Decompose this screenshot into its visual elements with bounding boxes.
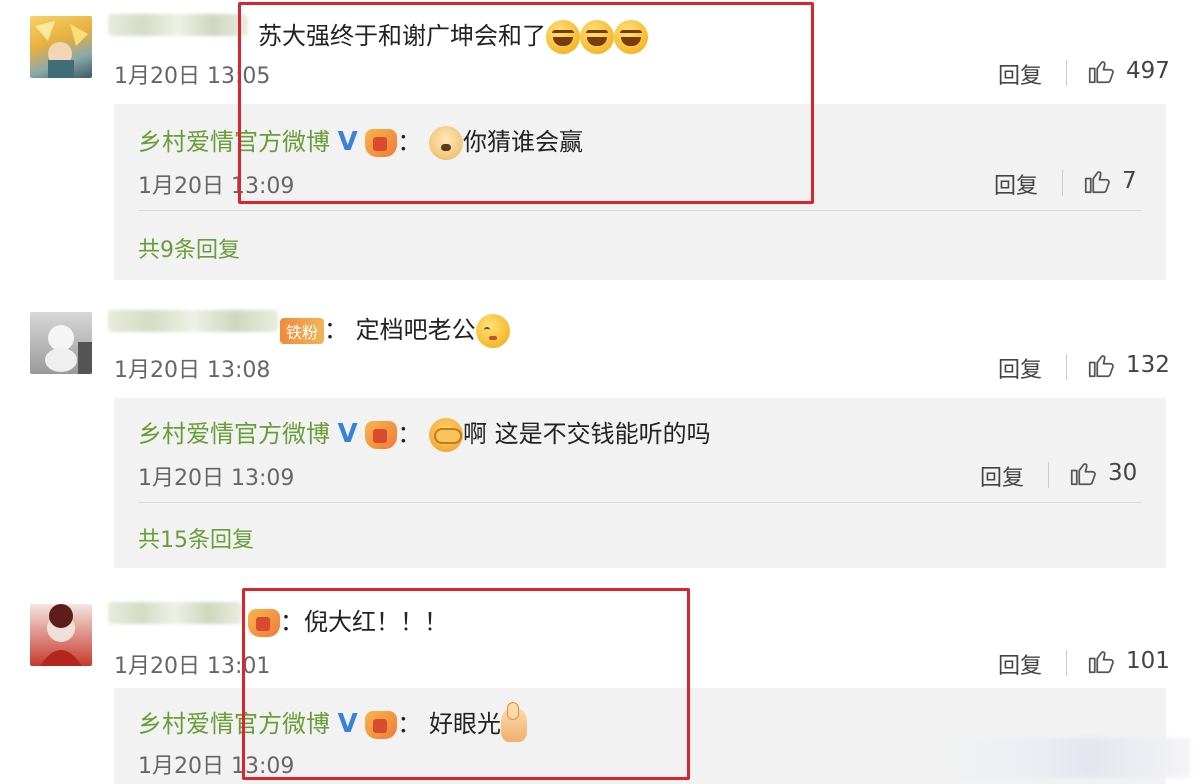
comment-text: 铁粉： 定档吧老公	[280, 310, 510, 348]
divider	[1066, 60, 1067, 86]
verified-v-icon: V	[337, 419, 358, 449]
divider	[138, 502, 1142, 503]
divider	[1048, 462, 1049, 488]
like-count: 132	[1126, 352, 1170, 378]
more-replies-link[interactable]: 共15条回复	[138, 522, 254, 554]
highlight-box	[238, 2, 814, 204]
divider	[1066, 650, 1067, 676]
cover-face-emoji-icon	[429, 418, 464, 452]
like-button[interactable]: 132	[1086, 350, 1170, 380]
like-button[interactable]: 30	[1068, 458, 1137, 488]
reply-button[interactable]: 回复	[998, 58, 1042, 90]
like-button[interactable]: 101	[1086, 646, 1170, 676]
divider	[1062, 170, 1063, 196]
reply-author[interactable]: 乡村爱情官方微博	[138, 420, 330, 448]
thumbs-up-icon	[1082, 166, 1112, 196]
like-count: 101	[1126, 648, 1170, 674]
username-blurred[interactable]	[108, 14, 248, 36]
divider	[138, 210, 1142, 211]
reply-button[interactable]: 回复	[998, 352, 1042, 384]
reply-box: 乡村爱情官方微博 V ： 啊 这是不交钱能听的吗 1月20日 13:09 回复 …	[114, 398, 1166, 568]
like-count: 7	[1122, 168, 1137, 194]
thumbs-up-icon	[1086, 56, 1116, 86]
username-blurred[interactable]	[108, 602, 242, 624]
thumbs-up-icon	[1086, 350, 1116, 380]
avatar[interactable]	[30, 16, 92, 78]
like-count: 497	[1126, 58, 1170, 84]
reply-text: 啊 这是不交钱能听的吗	[463, 420, 711, 448]
avatar-art	[45, 325, 92, 374]
thumbs-up-icon	[1086, 646, 1116, 676]
more-replies-link[interactable]: 共9条回复	[138, 232, 240, 264]
avatar[interactable]	[30, 312, 92, 374]
avatar-art	[35, 21, 88, 78]
comment-time: 1月20日 13:08	[114, 358, 271, 383]
highlight-box	[242, 588, 690, 780]
like-button[interactable]: 7	[1082, 166, 1137, 196]
thumbs-up-icon	[1068, 458, 1098, 488]
watermark-blur	[940, 738, 1190, 778]
reply-time: 1月20日 13:09	[138, 466, 295, 491]
like-button[interactable]: 497	[1086, 56, 1170, 86]
shy-emoji-icon	[475, 314, 510, 348]
reply-button[interactable]: 回复	[998, 648, 1042, 680]
fan-badge-icon	[365, 421, 398, 449]
comment-2: 铁粉： 定档吧老公 1月20日 13:08 回复 132 乡村爱情官方微博 V …	[0, 300, 1200, 570]
official-reply: 乡村爱情官方微博 V ： 啊 这是不交钱能听的吗	[138, 414, 711, 452]
reply-button[interactable]: 回复	[994, 168, 1038, 200]
avatar-art	[40, 604, 82, 666]
reply-button[interactable]: 回复	[980, 460, 1024, 492]
like-count: 30	[1108, 460, 1138, 486]
fan-badge: 铁粉	[280, 318, 325, 344]
avatar[interactable]	[30, 604, 92, 666]
divider	[1066, 354, 1067, 380]
username-blurred[interactable]	[108, 310, 278, 332]
